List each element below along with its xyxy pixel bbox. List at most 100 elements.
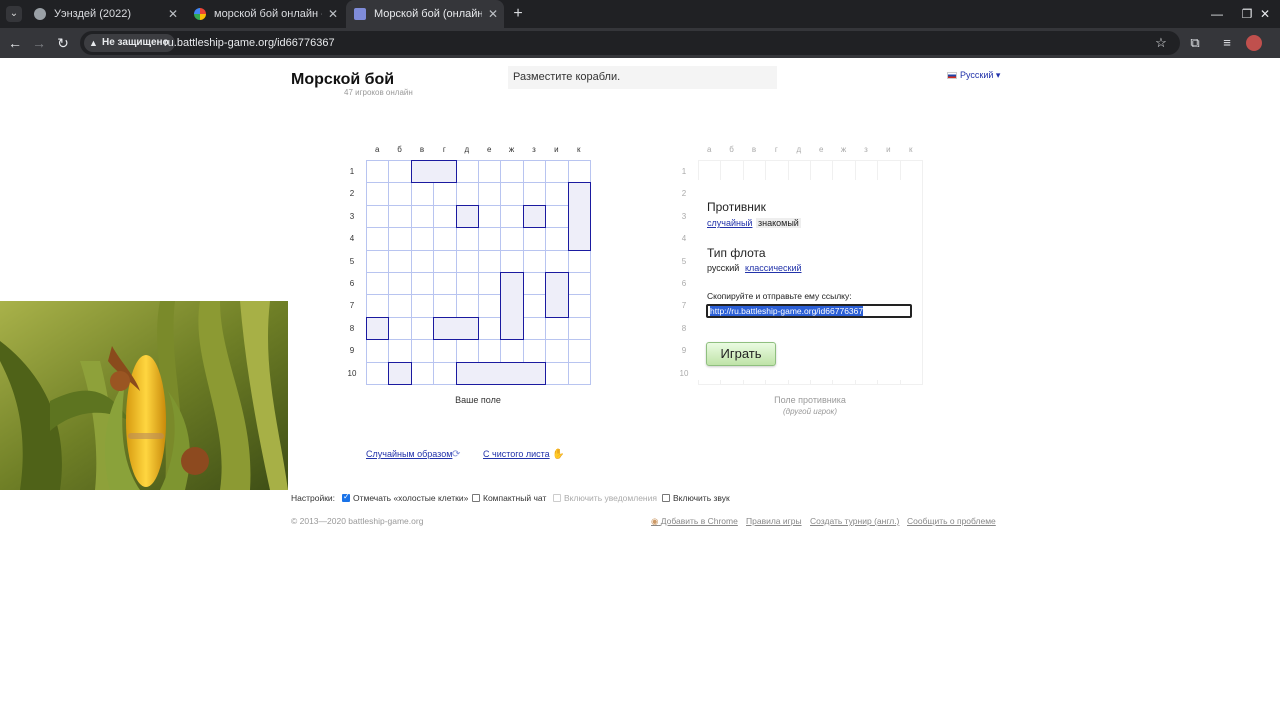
ship[interactable]	[455, 361, 547, 385]
language-select[interactable]: Русский ▾	[947, 70, 1000, 81]
board-cell[interactable]	[366, 272, 390, 296]
board-cell[interactable]	[410, 272, 435, 296]
board-cell[interactable]	[388, 204, 412, 229]
board-cell[interactable]	[366, 182, 390, 206]
opponent-known-option[interactable]: знакомый	[756, 218, 801, 228]
board-cell[interactable]	[455, 272, 479, 296]
board-cell[interactable]	[478, 316, 502, 341]
board-cell[interactable]	[545, 182, 569, 206]
board-cell[interactable]	[478, 249, 502, 273]
browser-tab-1[interactable]: Уэнздей (2022) ✕	[26, 0, 184, 28]
ship[interactable]	[567, 182, 591, 251]
board-cell[interactable]	[410, 227, 435, 251]
bookmark-star-icon[interactable]: ☆	[1152, 34, 1170, 52]
board-cell[interactable]	[433, 361, 457, 385]
window-close-icon[interactable]: ✕	[1250, 0, 1280, 28]
browser-tab-3[interactable]: Морской бой (онлайн-игра д ✕	[346, 0, 504, 28]
ship[interactable]	[522, 204, 547, 229]
board-cell[interactable]	[500, 227, 524, 251]
board-cell[interactable]	[522, 227, 547, 251]
board-cell[interactable]	[522, 316, 547, 341]
your-board[interactable]	[366, 160, 591, 385]
board-cell[interactable]	[567, 361, 591, 385]
board-cell[interactable]	[388, 339, 412, 363]
board-cell[interactable]	[522, 160, 547, 184]
board-cell[interactable]	[478, 182, 502, 206]
board-cell[interactable]	[388, 294, 412, 318]
board-cell[interactable]	[478, 227, 502, 251]
forward-icon[interactable]: →	[30, 34, 48, 52]
url-text[interactable]: ru.battleship-game.org/id66776367	[164, 31, 335, 55]
board-cell[interactable]	[366, 249, 390, 273]
board-cell[interactable]	[388, 227, 412, 251]
board-cell[interactable]	[433, 249, 457, 273]
board-cell[interactable]	[455, 294, 479, 318]
board-cell[interactable]	[410, 339, 435, 363]
board-cell[interactable]	[567, 316, 591, 341]
extensions-icon[interactable]: ⧉	[1186, 34, 1204, 52]
board-cell[interactable]	[388, 272, 412, 296]
board-cell[interactable]	[410, 361, 435, 385]
board-cell[interactable]	[500, 249, 524, 273]
back-icon[interactable]: ←	[6, 34, 24, 52]
minimize-icon[interactable]: —	[1202, 0, 1232, 28]
board-cell[interactable]	[433, 294, 457, 318]
game-rules-link[interactable]: Правила игры	[746, 516, 802, 526]
board-cell[interactable]	[366, 361, 390, 385]
board-cell[interactable]	[478, 272, 502, 296]
play-button[interactable]: Играть	[706, 342, 776, 366]
board-cell[interactable]	[366, 204, 390, 229]
board-cell[interactable]	[455, 182, 479, 206]
address-bar[interactable]: ▲ Не защищено ru.battleship-game.org/id6…	[80, 31, 1180, 55]
security-chip[interactable]: ▲ Не защищено	[84, 34, 175, 52]
browser-tab-2[interactable]: морской бой онлайн - Поиск ✕	[186, 0, 344, 28]
board-cell[interactable]	[410, 204, 435, 229]
board-cell[interactable]	[388, 160, 412, 184]
board-cell[interactable]	[455, 160, 479, 184]
board-cell[interactable]	[433, 204, 457, 229]
ship[interactable]	[366, 316, 390, 341]
create-tournament-link[interactable]: Создать турнир (англ.)	[810, 516, 899, 526]
board-cell[interactable]	[478, 339, 502, 363]
close-icon[interactable]: ✕	[488, 0, 498, 28]
tab-search-button[interactable]: ⌄	[6, 6, 22, 22]
fleet-russian-option[interactable]: русский	[707, 263, 739, 273]
ship[interactable]	[545, 272, 569, 318]
board-cell[interactable]	[433, 272, 457, 296]
board-cell[interactable]	[567, 294, 591, 318]
board-cell[interactable]	[545, 227, 569, 251]
board-cell[interactable]	[545, 316, 569, 341]
checkbox[interactable]	[472, 494, 480, 502]
report-problem-link[interactable]: Сообщить о проблеме	[907, 516, 996, 526]
board-cell[interactable]	[388, 182, 412, 206]
board-cell[interactable]	[500, 182, 524, 206]
board-cell[interactable]	[388, 316, 412, 341]
board-cell[interactable]	[545, 361, 569, 385]
add-to-chrome-link[interactable]: ◉ Добавить в Chrome	[651, 516, 738, 527]
board-cell[interactable]	[478, 294, 502, 318]
board-cell[interactable]	[366, 227, 390, 251]
board-cell[interactable]	[500, 204, 524, 229]
reload-icon[interactable]: ↻	[54, 34, 72, 52]
board-cell[interactable]	[366, 160, 390, 184]
random-placement-button[interactable]: Случайным образом ⟳	[366, 449, 460, 460]
board-cell[interactable]	[567, 160, 591, 184]
ship[interactable]	[500, 272, 524, 341]
site-logo[interactable]: Морской бой	[291, 71, 394, 89]
board-cell[interactable]	[567, 249, 591, 273]
opponent-random-option[interactable]: случайный	[707, 218, 752, 228]
board-cell[interactable]	[545, 160, 569, 184]
new-tab-button[interactable]: +	[510, 0, 526, 28]
ship[interactable]	[388, 361, 412, 385]
fleet-classic-option[interactable]: классический	[745, 263, 802, 273]
board-cell[interactable]	[500, 160, 524, 184]
board-cell[interactable]	[522, 339, 547, 363]
board-cell[interactable]	[433, 339, 457, 363]
ship[interactable]	[410, 160, 457, 184]
board-cell[interactable]	[410, 182, 435, 206]
board-cell[interactable]	[455, 227, 479, 251]
board-cell[interactable]	[478, 160, 502, 184]
board-cell[interactable]	[410, 294, 435, 318]
close-icon[interactable]: ✕	[168, 0, 178, 28]
board-cell[interactable]	[500, 339, 524, 363]
